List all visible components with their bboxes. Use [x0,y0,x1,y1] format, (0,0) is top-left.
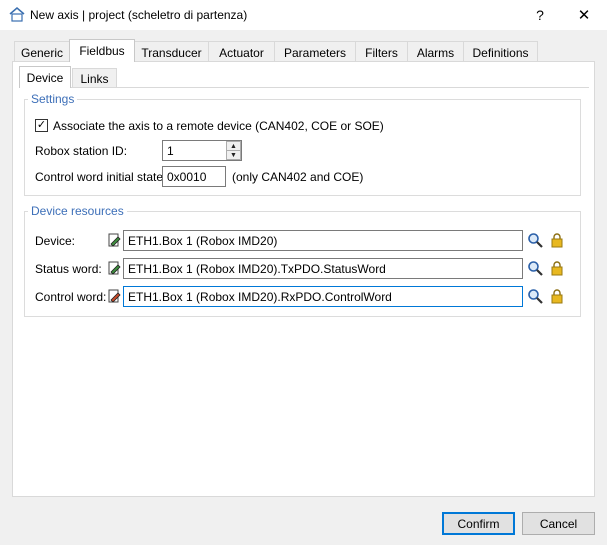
status-word-icon [108,261,121,275]
control-word-state-note: (only CAN402 and COE) [232,170,364,184]
checkmark-icon: ✓ [36,119,47,131]
tab-alarms[interactable]: Alarms [407,41,464,63]
triangle-up-icon: ▲ [230,142,237,150]
status-word-lock-icon[interactable] [549,260,565,276]
control-word-icon [108,289,121,303]
subtab-links[interactable]: Links [72,68,117,88]
subtab-device[interactable]: Device [19,66,71,88]
tab-actuator[interactable]: Actuator [208,41,275,63]
subtab-divider [19,87,589,88]
triangle-down-icon: ▼ [230,151,237,159]
control-word-search-icon[interactable] [527,288,543,304]
status-word-search-icon[interactable] [527,260,543,276]
status-word-label: Status word: [35,262,102,276]
device-value: ETH1.Box 1 (Robox IMD20) [128,233,278,248]
associate-remote-label: Associate the axis to a remote device (C… [53,119,384,133]
tab-generic[interactable]: Generic [14,41,70,63]
app-house-icon [9,7,25,22]
tab-fieldbus[interactable]: Fieldbus [69,39,135,62]
tab-filters[interactable]: Filters [355,41,408,63]
window-title: New axis | project (scheletro di partenz… [30,8,248,22]
status-word-value: ETH1.Box 1 (Robox IMD20).TxPDO.StatusWor… [128,261,386,276]
control-word-state-value: 0x0010 [167,169,207,184]
station-id-label: Robox station ID: [35,144,128,158]
control-word-state-input[interactable]: 0x0010 [162,166,226,187]
device-icon [108,233,121,247]
cancel-button[interactable]: Cancel [522,512,595,535]
status-word-input[interactable]: ETH1.Box 1 (Robox IMD20).TxPDO.StatusWor… [123,258,523,279]
device-input[interactable]: ETH1.Box 1 (Robox IMD20) [123,230,523,251]
confirm-button[interactable]: Confirm [442,512,515,535]
control-word-label: Control word: [35,290,107,304]
settings-group-title: Settings [28,92,78,106]
device-search-icon[interactable] [527,232,543,248]
control-word-value: ETH1.Box 1 (Robox IMD20).RxPDO.ControlWo… [128,289,392,304]
device-resources-title: Device resources [28,204,127,218]
device-lock-icon[interactable] [549,232,565,248]
device-label: Device: [35,234,76,248]
associate-remote-checkbox[interactable]: ✓ [35,119,48,132]
control-word-input[interactable]: ETH1.Box 1 (Robox IMD20).RxPDO.ControlWo… [123,286,523,307]
control-word-lock-icon[interactable] [549,288,565,304]
title-bar: New axis | project (scheletro di partenz… [0,0,607,30]
control-word-state-label: Control word initial state: [35,170,167,184]
close-button[interactable]: ✕ [566,0,602,30]
station-id-value: 1 [167,143,174,158]
tab-parameters[interactable]: Parameters [274,41,356,63]
help-button[interactable]: ? [522,0,558,30]
station-id-spin-down[interactable]: ▼ [226,150,241,160]
tab-definitions[interactable]: Definitions [463,41,538,63]
tab-transducer[interactable]: Transducer [134,41,209,63]
